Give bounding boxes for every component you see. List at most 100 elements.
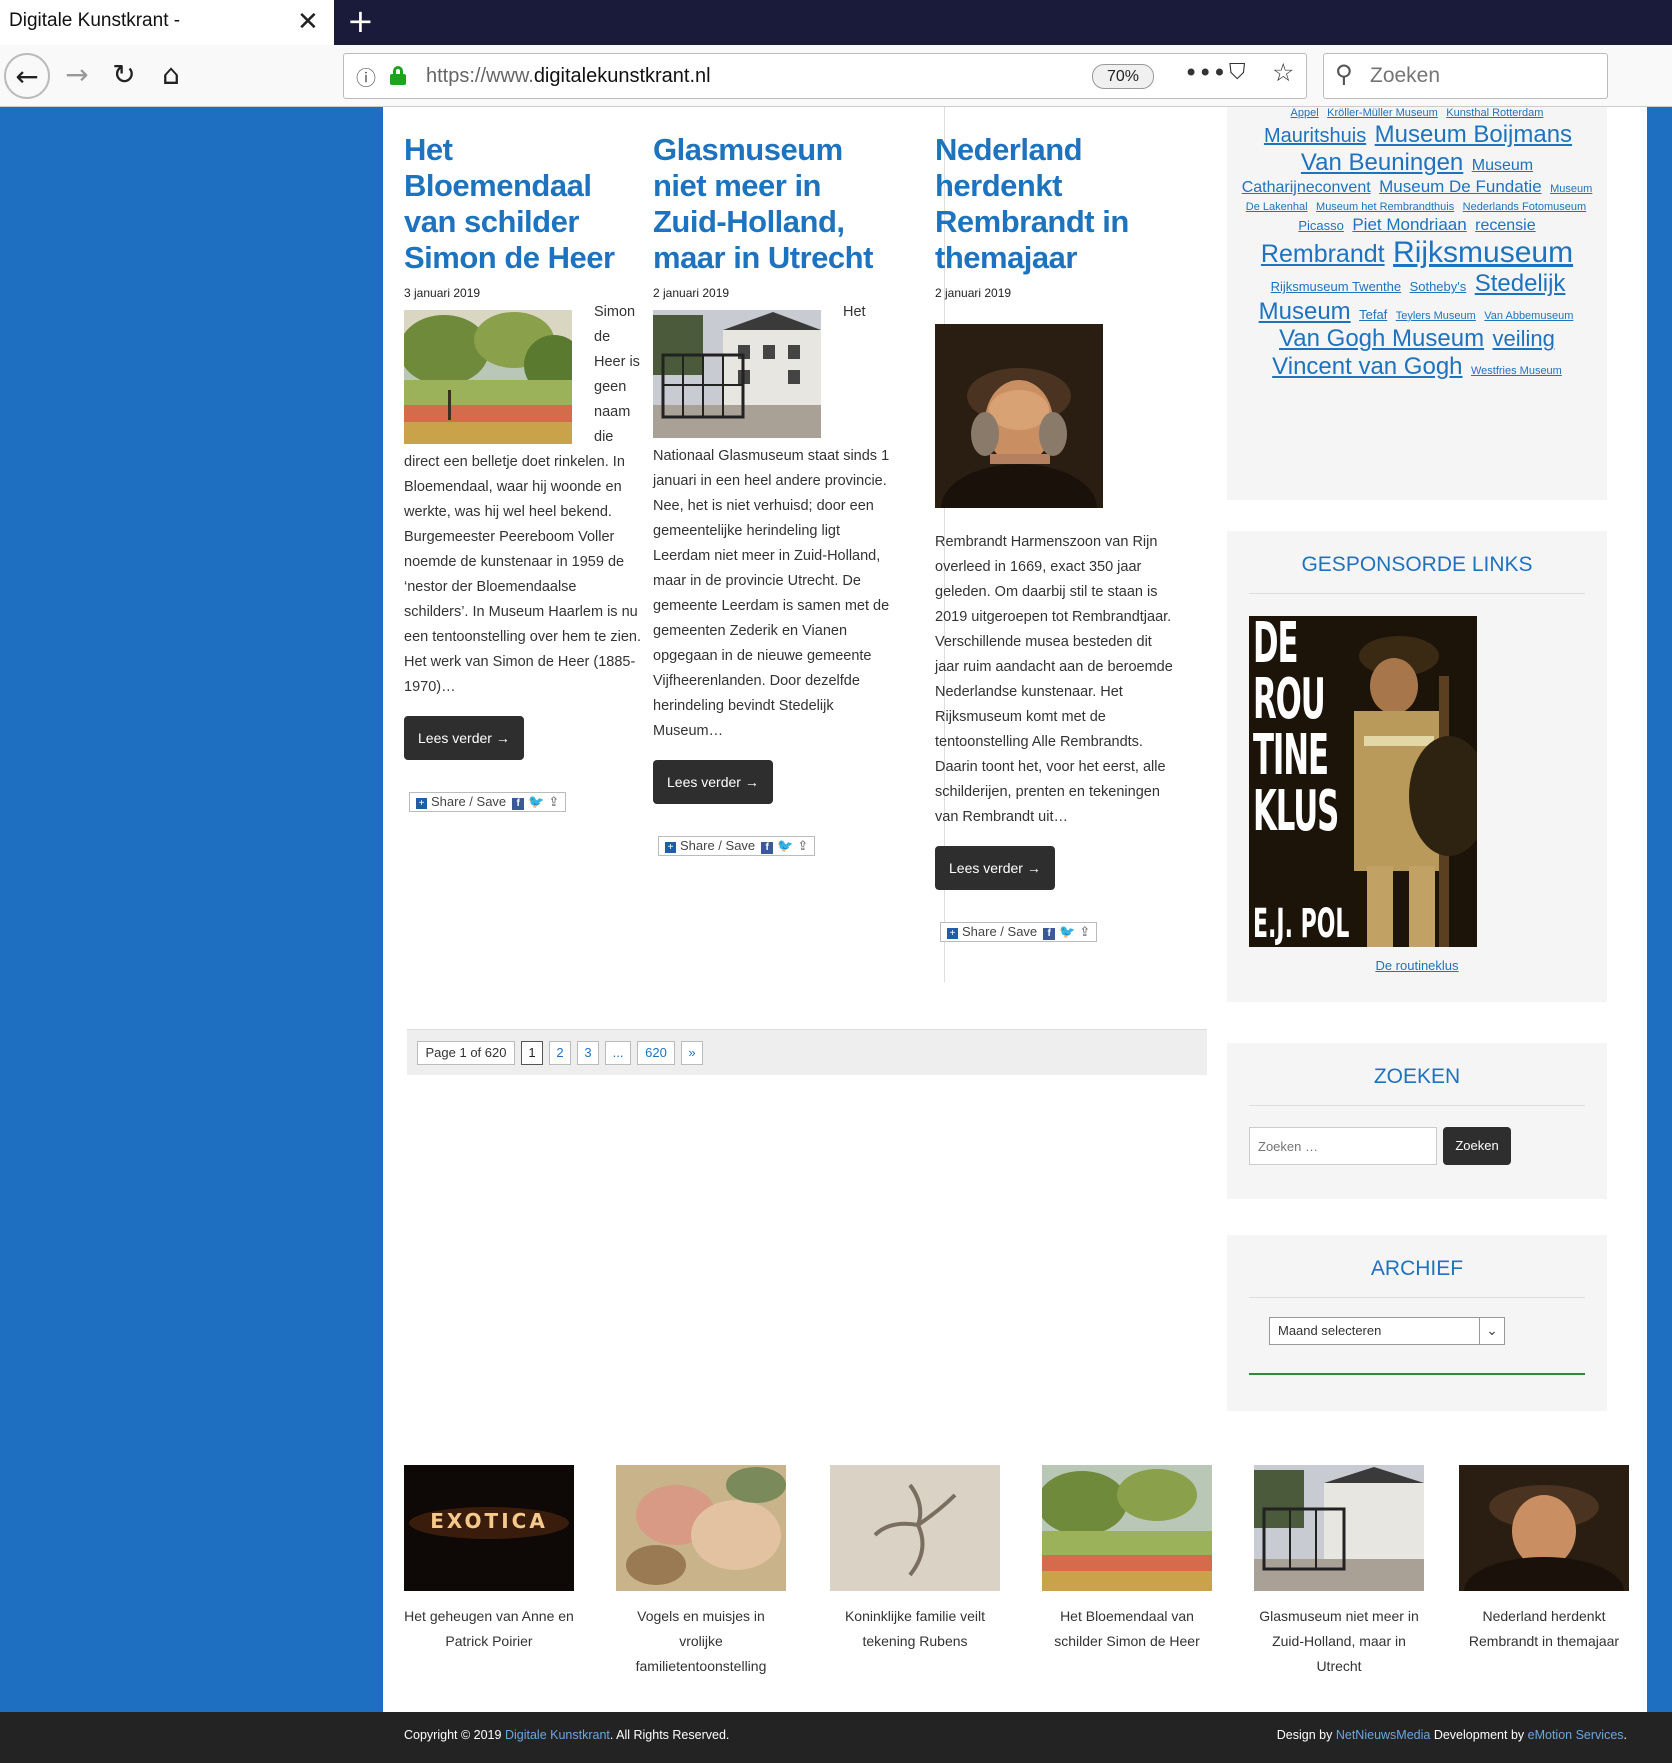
related-title[interactable]: Nederland herdenkt Rembrandt in themajaa…: [1459, 1604, 1629, 1654]
tag-link[interactable]: Van Abbemuseum: [1484, 310, 1573, 322]
tag-link[interactable]: recensie: [1475, 217, 1535, 234]
related-post[interactable]: Nederland herdenkt Rembrandt in themajaa…: [1459, 1465, 1629, 1654]
tag-link[interactable]: Vincent van Gogh: [1272, 353, 1462, 380]
tag-link[interactable]: Kröller-Müller Museum: [1327, 107, 1438, 119]
post-thumbnail[interactable]: [935, 324, 1103, 508]
read-more-button[interactable]: Lees verder →: [404, 716, 524, 760]
copyright-text: Copyright © 2019 Digitale Kunstkrant. Al…: [404, 1728, 730, 1742]
related-post[interactable]: Glasmuseum niet meer in Zuid-Holland, ma…: [1254, 1465, 1424, 1679]
tag-link[interactable]: Rijksmuseum Twenthe: [1271, 279, 1402, 294]
facebook-icon[interactable]: f: [512, 798, 525, 810]
browser-tab[interactable]: Digitale Kunstkrant - ✕: [0, 0, 334, 45]
twitter-icon[interactable]: 🐦: [528, 794, 544, 809]
site-search-button[interactable]: Zoeken: [1443, 1127, 1511, 1165]
related-thumbnail[interactable]: [1037, 1465, 1212, 1591]
browser-search-input[interactable]: [1368, 63, 1598, 89]
related-title[interactable]: Koninklijke familie veilt tekening Ruben…: [830, 1604, 1000, 1654]
pagination: Page 1 of 620 1 2 3 ... 620 »: [407, 1029, 1207, 1075]
post-title[interactable]: Het Bloemendaal van schilder Simon de He…: [404, 132, 642, 276]
tag-link[interactable]: Picasso: [1298, 218, 1344, 233]
facebook-icon[interactable]: f: [1043, 928, 1056, 940]
page-link[interactable]: 3: [577, 1041, 599, 1065]
page-link[interactable]: 1: [521, 1041, 543, 1065]
url-text[interactable]: https://www.digitalekunstkrant.nl: [426, 65, 711, 88]
pocket-icon[interactable]: ⛉: [1229, 60, 1246, 85]
share-save-button[interactable]: + Share / Save f 🐦 ⇪: [658, 836, 816, 856]
tag-link[interactable]: Piet Mondriaan: [1352, 215, 1466, 234]
read-more-button[interactable]: Lees verder →: [653, 760, 773, 804]
twitter-icon[interactable]: 🐦: [1059, 924, 1075, 939]
url-bar[interactable]: ⓘ https://www.digitalekunstkrant.nl 70% …: [343, 53, 1307, 99]
read-more-button[interactable]: Lees verder →: [935, 846, 1055, 890]
tag-link[interactable]: Teylers Museum: [1396, 310, 1476, 322]
next-page-link[interactable]: »: [681, 1041, 703, 1065]
more-actions-icon[interactable]: •••: [1184, 59, 1226, 87]
info-icon[interactable]: ⓘ: [356, 62, 376, 91]
related-post[interactable]: Koninklijke familie veilt tekening Ruben…: [830, 1465, 1000, 1654]
bookmark-star-icon[interactable]: ☆: [1272, 58, 1294, 87]
book-title: DE ROU TINE KLUS: [1253, 616, 1339, 844]
book-cover-ad[interactable]: DE ROU TINE KLUS E.J. POL: [1249, 616, 1477, 947]
archive-month-select[interactable]: Maand selecteren ⌄: [1269, 1317, 1505, 1345]
browser-search-box[interactable]: ⚲: [1323, 53, 1608, 99]
post-date: 3 januari 2019: [404, 286, 481, 300]
related-thumbnail[interactable]: [1254, 1465, 1424, 1591]
tag-link[interactable]: Museum het Rembrandthuis: [1316, 201, 1454, 213]
tag-link[interactable]: Sotheby's: [1410, 279, 1467, 294]
close-tab-icon[interactable]: ✕: [297, 6, 319, 37]
related-thumbnail[interactable]: EXOTICA: [404, 1465, 574, 1591]
post-thumbnail[interactable]: [653, 310, 821, 438]
related-thumbnail[interactable]: [1459, 1465, 1629, 1625]
tag-link[interactable]: Kunsthal Rotterdam: [1446, 107, 1543, 119]
related-thumbnail[interactable]: [616, 1465, 786, 1591]
page-link[interactable]: 2: [549, 1041, 571, 1065]
related-title[interactable]: Het geheugen van Anne en Patrick Poirier: [404, 1604, 574, 1654]
developer-link[interactable]: eMotion Services: [1528, 1728, 1624, 1742]
tag-link[interactable]: Mauritshuis: [1264, 125, 1366, 147]
back-icon[interactable]: ←: [4, 53, 50, 99]
forward-icon[interactable]: →: [54, 53, 100, 99]
related-title[interactable]: Het Bloemendaal van schilder Simon de He…: [1042, 1604, 1212, 1654]
tag-link[interactable]: Tefaf: [1359, 307, 1387, 322]
post-thumbnail[interactable]: [404, 310, 572, 444]
tag-link[interactable]: veiling: [1493, 326, 1555, 351]
site-link[interactable]: Digitale Kunstkrant: [505, 1728, 610, 1742]
share-save-button[interactable]: + Share / Save f 🐦 ⇪: [409, 792, 567, 812]
home-icon[interactable]: ⌂: [148, 53, 194, 99]
tag-link[interactable]: Museum De Fundatie: [1379, 177, 1542, 196]
new-tab-icon[interactable]: +: [347, 2, 374, 40]
forward-share-icon[interactable]: ⇪: [1079, 924, 1090, 939]
post-excerpt: Het Nationaal Glasmuseum staat sinds 1 j…: [653, 300, 891, 744]
tag-link[interactable]: Nederlands Fotomuseum: [1463, 201, 1587, 213]
related-title[interactable]: Glasmuseum niet meer in Zuid-Holland, ma…: [1254, 1604, 1424, 1679]
chevron-down-icon[interactable]: ⌄: [1479, 1318, 1504, 1344]
book-author: E.J. POL: [1253, 901, 1350, 947]
forward-share-icon[interactable]: ⇪: [797, 838, 808, 853]
site-search-input[interactable]: [1249, 1127, 1437, 1165]
tag-link[interactable]: Van Gogh Museum: [1279, 325, 1484, 352]
twitter-icon[interactable]: 🐦: [777, 838, 793, 853]
related-post[interactable]: EXOTICA Het geheugen van Anne en Patrick…: [404, 1465, 574, 1654]
tag-link[interactable]: Westfries Museum: [1471, 365, 1562, 377]
tag-link[interactable]: Rembrandt: [1261, 240, 1385, 268]
related-post[interactable]: Vogels en muisjes in vrolijke familieten…: [616, 1465, 786, 1679]
designer-link[interactable]: NetNieuwsMedia: [1336, 1728, 1430, 1742]
related-post[interactable]: Het Bloemendaal van schilder Simon de He…: [1037, 1465, 1212, 1654]
post-title[interactable]: Glasmuseum niet meer in Zuid-Holland, ma…: [653, 132, 891, 276]
post-article: Glasmuseum niet meer in Zuid-Holland, ma…: [653, 132, 891, 856]
reload-icon[interactable]: ↻: [101, 53, 147, 99]
zoom-indicator[interactable]: 70%: [1092, 64, 1154, 89]
page-content: Het Bloemendaal van schilder Simon de He…: [383, 107, 1647, 1712]
share-save-button[interactable]: + Share / Save f 🐦 ⇪: [940, 922, 1098, 942]
related-thumbnail[interactable]: [830, 1465, 1000, 1591]
site-footer: Copyright © 2019 Digitale Kunstkrant. Al…: [0, 1712, 1672, 1763]
tag-link[interactable]: Rijksmuseum: [1393, 236, 1573, 269]
forward-share-icon[interactable]: ⇪: [548, 794, 559, 809]
related-title[interactable]: Vogels en muisjes in vrolijke familieten…: [616, 1604, 786, 1679]
tag-link[interactable]: Appel: [1291, 107, 1319, 119]
book-link[interactable]: De routineklus: [1227, 958, 1607, 973]
page-link[interactable]: 620: [637, 1041, 675, 1065]
facebook-icon[interactable]: f: [761, 842, 774, 854]
post-title[interactable]: Nederland herdenkt Rembrandt in themajaa…: [935, 132, 1173, 276]
lock-icon[interactable]: [390, 66, 406, 85]
